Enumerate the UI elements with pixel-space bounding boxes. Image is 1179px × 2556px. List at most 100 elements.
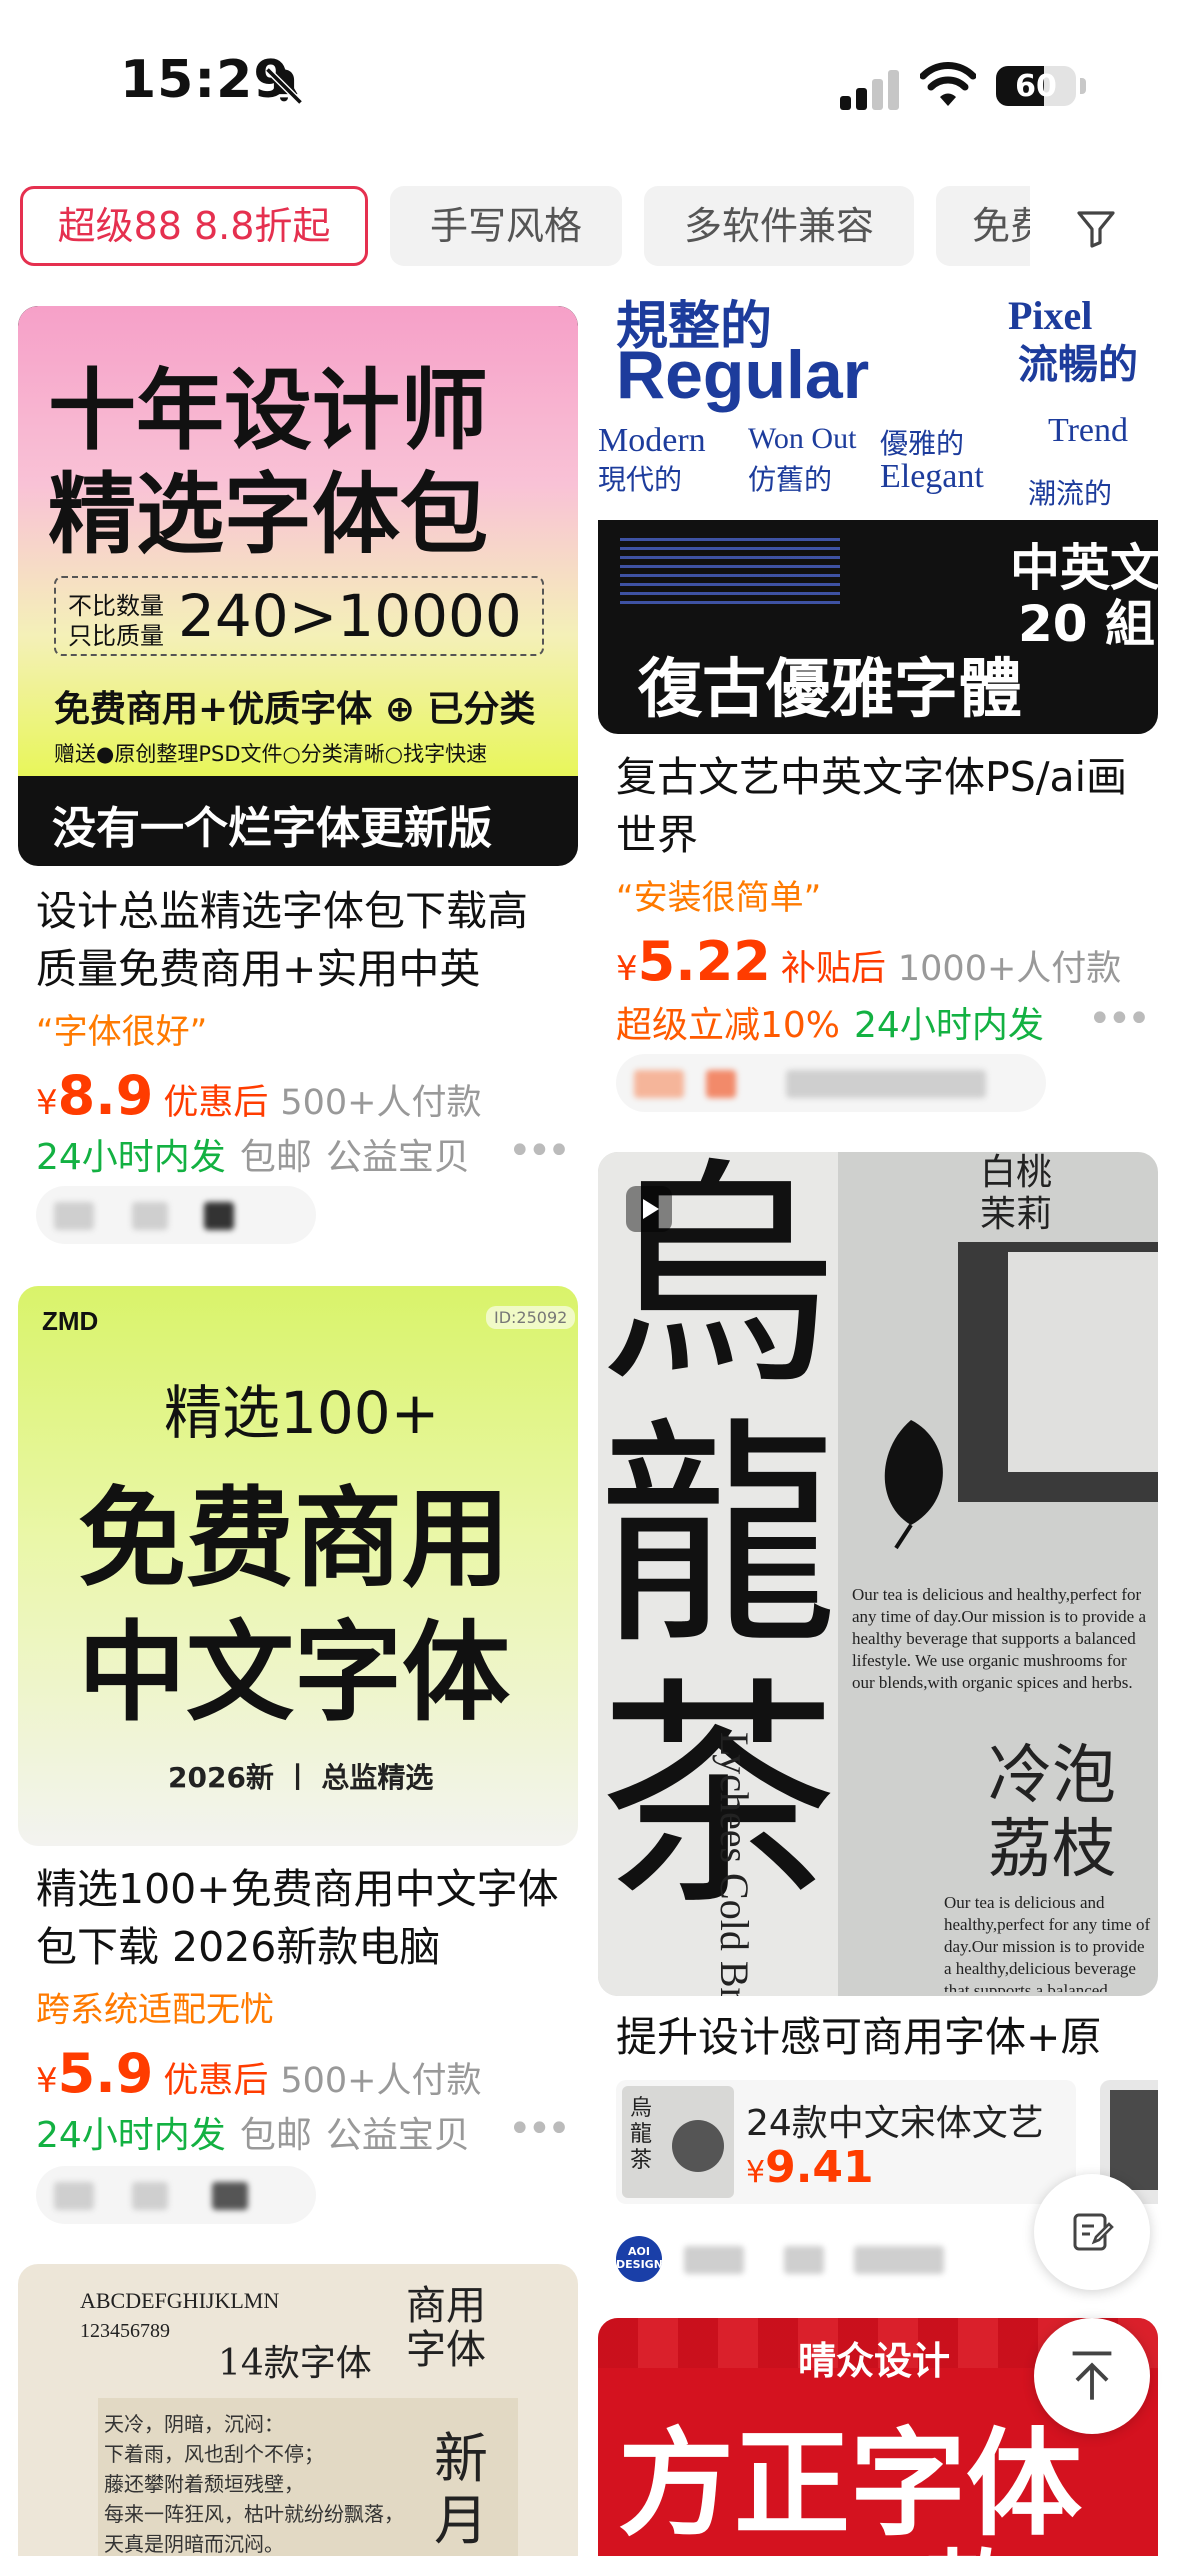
- shop-badge-text: AOI DESIGN: [616, 2245, 662, 2271]
- battery-indicator: 60: [996, 66, 1076, 106]
- img3-line2: 免费商用: [78, 1477, 511, 1602]
- img5-poem-1: 天冷，阴暗，沉闷：: [104, 2412, 284, 2436]
- img4-para1: Our tea is delicious and healthy,perfect…: [852, 1585, 1146, 1692]
- back-to-top-icon: [1072, 2351, 1112, 2400]
- price-row-2: ¥5.22 补贴后 1000+人付款: [616, 930, 1122, 993]
- shop-name-blurred[interactable]: [674, 2230, 1004, 2288]
- img6-year: 2026款: [658, 2518, 1021, 2556]
- img2-modern-cn: 現代的: [598, 463, 683, 496]
- shop-name-blurred[interactable]: [616, 1054, 1046, 1112]
- back-to-top-button[interactable]: [1034, 2318, 1150, 2434]
- more-options-icon[interactable]: •••: [1088, 996, 1151, 1042]
- img4-para2: Our tea is delicious and healthy,perfect…: [944, 1893, 1151, 1992]
- sold-count: 500+人付款: [280, 1083, 482, 1123]
- product-title-1[interactable]: 设计总监精选字体包下载高质量免费商用+实用中英: [36, 882, 566, 998]
- product-image-3[interactable]: ZMD ID:25092 精选100+ 免费商用 中文字体 2026新 丨 总监…: [18, 1286, 578, 1846]
- shop-avatar[interactable]: AOI DESIGN: [616, 2236, 662, 2282]
- shop-name-blurred[interactable]: [36, 2166, 316, 2224]
- shop-name-blurred[interactable]: [36, 1186, 316, 1244]
- img2-imit: 仿舊的: [748, 463, 833, 496]
- product-tagline-1: “字体很好”: [36, 1012, 208, 1052]
- filter-chip-super88[interactable]: 超级88 8.8折起: [20, 186, 368, 266]
- leaf-icon: [884, 1420, 943, 1550]
- related-item-title: 24款中文宋体文艺: [746, 2103, 1044, 2144]
- img1-footer: 没有一个烂字体更新版: [52, 803, 492, 854]
- product-image-5[interactable]: ABCDEFGHIJKLMN 123456789 14款字体 商用字体 天冷，阴…: [18, 2264, 578, 2556]
- price: 5.9: [57, 2042, 154, 2105]
- filter-chip-handwriting[interactable]: 手写风格: [390, 186, 622, 266]
- battery-percent: 60: [1015, 69, 1057, 104]
- img2-trend: Trend: [1048, 412, 1128, 449]
- price-row-3: ¥5.9 优惠后 500+人付款: [36, 2042, 481, 2105]
- currency-symbol: ¥: [746, 2155, 766, 2190]
- service-row-1: 24小时内发 包邮 公益宝贝: [36, 1128, 470, 1180]
- img3-id: ID:25092: [486, 1306, 576, 1329]
- img2-modern: Modern: [598, 422, 706, 459]
- note-button[interactable]: [1034, 2174, 1150, 2290]
- funnel-icon[interactable]: [1072, 204, 1120, 252]
- cellular-signal-icon: [840, 70, 899, 110]
- filter-chip-multi-software[interactable]: 多软件兼容: [644, 186, 914, 266]
- img2-count: 20 組: [1018, 595, 1155, 653]
- price-label: 优惠后: [163, 2061, 269, 2101]
- img6-brand: 晴众设计: [798, 2339, 951, 2383]
- currency-symbol: ¥: [36, 2061, 58, 2101]
- img1-compare-small-2: 只比质量: [68, 622, 164, 650]
- img4-side-en: Lychees Cold Brew Tea: [712, 1732, 757, 1996]
- img4-big2: 龍: [598, 1397, 839, 1677]
- product-tagline-3: 跨系统适配无忧: [36, 1990, 274, 2030]
- price: 5.22: [637, 930, 771, 993]
- product-image-4[interactable]: 烏 龍 茶 白桃茉莉 Lychees Cold Brew Tea 冷泡 荔枝 O…: [598, 1152, 1158, 1996]
- service-fast-ship: 24小时内发: [854, 1005, 1044, 1046]
- related-item-card[interactable]: 烏龍茶 24款中文宋体文艺 ¥9.41: [616, 2080, 1076, 2204]
- sold-count: 1000+人付款: [897, 949, 1122, 989]
- price: 9.41: [765, 2142, 874, 2193]
- currency-symbol: ¥: [36, 1083, 58, 1123]
- img2-won-out: Won Out: [748, 422, 857, 455]
- more-options-icon[interactable]: •••: [508, 1128, 571, 1174]
- img5-poem-3: 藤还攀附着颓垣残壁，: [104, 2472, 304, 2496]
- price-row-1: ¥8.9 优惠后 500+人付款: [36, 1064, 482, 1127]
- related-item-thumb: 烏龍茶: [622, 2086, 734, 2198]
- img4-side-cn-2: 荔枝: [988, 1813, 1116, 1887]
- img3-line1: 精选100+: [164, 1379, 440, 1447]
- price: 8.9: [57, 1064, 154, 1127]
- service-row-3: 24小时内发 包邮 公益宝贝: [36, 2106, 470, 2158]
- product-title-4[interactable]: 提升设计感可商用字体+原: [616, 2008, 1156, 2068]
- product-image-1[interactable]: 十年设计师 精选字体包 不比数量 只比质量 240>10000 免费商用+优质字…: [18, 306, 578, 866]
- img3-line3: 中文字体: [78, 1611, 511, 1736]
- img5-commercial: 商用字体: [406, 2283, 486, 2373]
- promo-discount: 超级立减10%: [616, 1005, 841, 1046]
- more-options-icon[interactable]: •••: [508, 2106, 571, 2152]
- img1-gifts: 赠送●原创整理PSD文件○分类清晰○找字快速: [54, 742, 488, 766]
- service-charity: 公益宝贝: [325, 2115, 470, 2156]
- play-icon[interactable]: [626, 1186, 672, 1232]
- currency-symbol: ¥: [616, 949, 638, 989]
- service-fast-ship: 24小时内发: [36, 1137, 226, 1178]
- service-row-2: 超级立减10% 24小时内发: [616, 996, 1044, 1048]
- battery-cap: [1080, 78, 1086, 94]
- price-label: 补贴后: [780, 949, 886, 989]
- bell-slash-icon: [265, 67, 303, 105]
- product-title-3[interactable]: 精选100+免费商用中文字体包下载 2026新款电脑: [36, 1860, 566, 1976]
- status-bar: 15:29 60: [0, 0, 1179, 170]
- img2-banner: 復古優雅字體: [638, 653, 1022, 727]
- product-image-2[interactable]: 規整的 Regular Pixel 流暢的 Modern 現代的 Won Out…: [598, 292, 1158, 734]
- img3-footer: 2026新 丨 总监精选: [168, 1761, 434, 1794]
- price-label: 优惠后: [163, 1083, 269, 1123]
- img1-compare-big: 240>10000: [178, 582, 522, 650]
- service-fast-ship: 24小时内发: [36, 2115, 226, 2156]
- wifi-icon: [920, 62, 976, 106]
- img2-elegant-cn: 優雅的: [880, 427, 965, 460]
- filter-bar: 超级88 8.8折起 手写风格 多软件兼容 免费: [0, 182, 1179, 272]
- img2-elegant: Elegant: [880, 458, 984, 495]
- img1-line2: 精选字体包: [48, 463, 489, 566]
- img2-trend-cn: 潮流的: [1028, 477, 1113, 510]
- related-item-price: ¥9.41: [746, 2142, 874, 2193]
- img5-nums: 123456789: [80, 2320, 170, 2342]
- img5-new-moon: 新月: [434, 2427, 488, 2552]
- edit-note-icon: [1073, 2213, 1114, 2251]
- service-free-ship: 包邮: [239, 1137, 312, 1178]
- product-title-2[interactable]: 复古文艺中英文字体PS/ai画世界: [616, 748, 1156, 864]
- img4-corner: 白桃茉莉: [980, 1152, 1053, 1235]
